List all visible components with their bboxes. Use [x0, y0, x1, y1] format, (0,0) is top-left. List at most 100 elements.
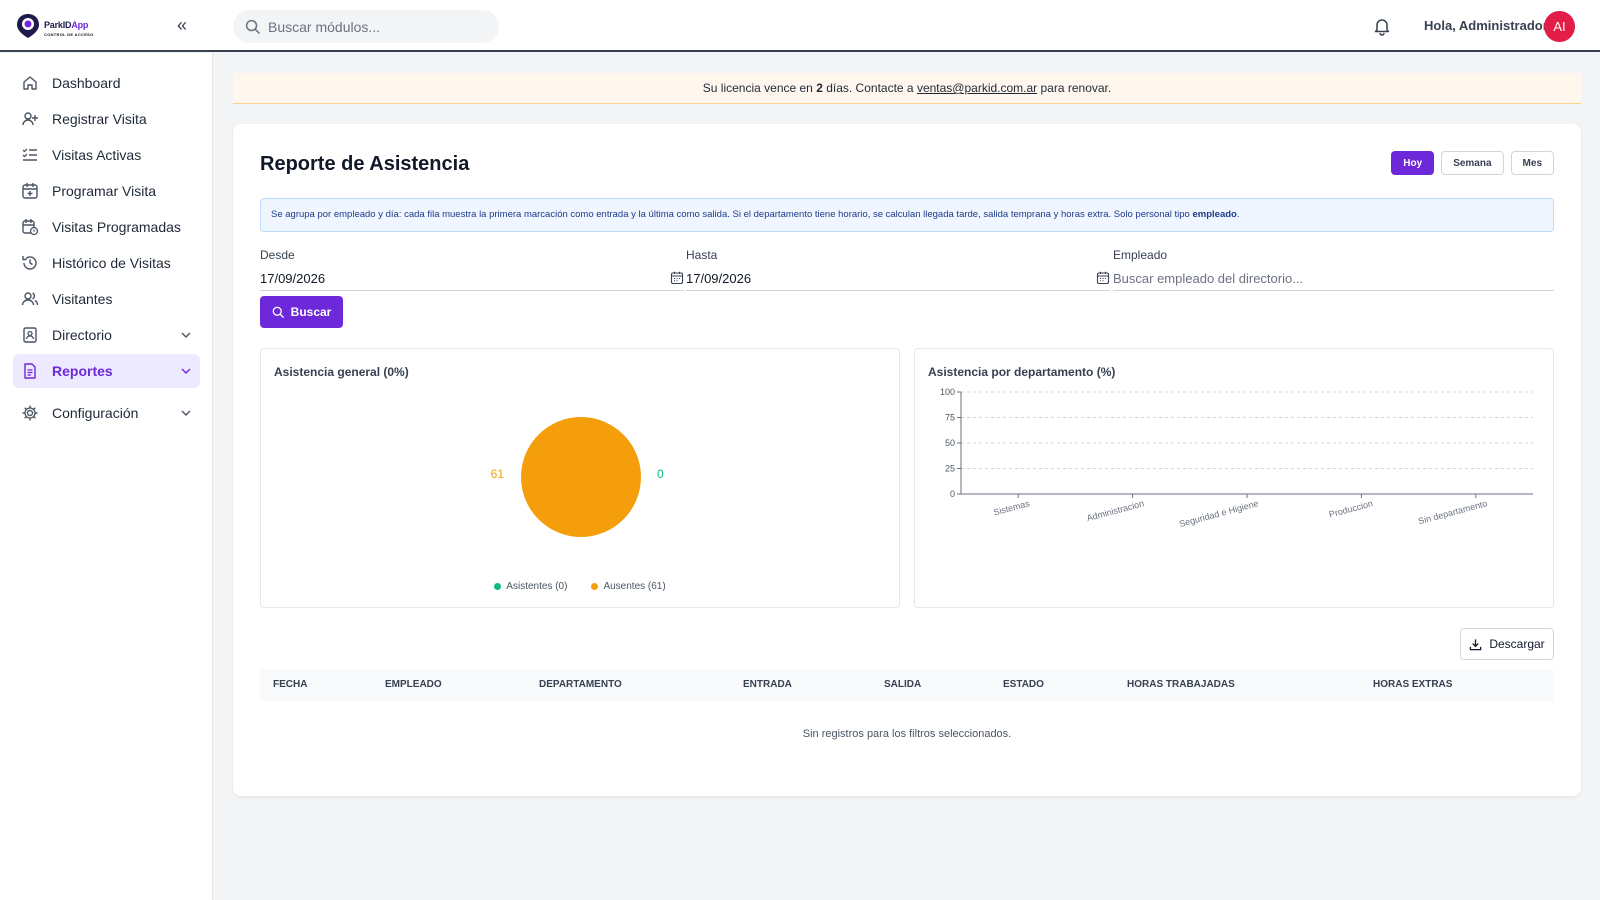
column-header-fecha[interactable]: FECHA	[273, 669, 307, 701]
legend-item-asistentes[interactable]: Asistentes (0)	[494, 581, 567, 592]
x-tick-label: Seguridad e Higiene	[1178, 498, 1259, 529]
sidebar-item-label: Programar Visita	[52, 183, 157, 199]
bell-icon[interactable]	[1372, 16, 1392, 36]
range-month-button[interactable]: Mes	[1510, 151, 1554, 175]
license-banner: Su licencia vence en 2 días. Contacte a …	[233, 73, 1581, 104]
desde-field: Desde 17/09/2026	[260, 248, 684, 291]
desde-input[interactable]: 17/09/2026	[260, 269, 684, 291]
hasta-label: Hasta	[686, 248, 718, 262]
sidebar-item-directorio[interactable]: Directorio	[13, 318, 200, 352]
search-icon	[272, 306, 284, 318]
search-icon	[245, 19, 260, 34]
pie-chart-svg: 61 0	[491, 417, 664, 537]
column-header-estado[interactable]: ESTADO	[1003, 669, 1044, 701]
user-greeting: Hola, Administrador	[1424, 18, 1548, 33]
calendar-icon[interactable]	[670, 271, 684, 285]
sidebar-item-historico-de-visitas[interactable]: Histórico de Visitas	[13, 246, 200, 280]
hasta-field: Hasta 17/09/2026	[686, 248, 1110, 291]
sidebar-item-registrar-visita[interactable]: Registrar Visita	[13, 102, 200, 136]
y-tick-label: 25	[945, 464, 955, 474]
range-today-button[interactable]: Hoy	[1391, 151, 1435, 175]
empleado-label: Empleado	[1113, 248, 1168, 262]
column-header-horas-trabajadas[interactable]: HORAS TRABAJADAS	[1127, 669, 1235, 701]
avatar[interactable]: AI	[1544, 11, 1575, 42]
file-report-icon	[24, 363, 36, 379]
empleado-search-input[interactable]: Buscar empleado del directorio...	[1113, 269, 1554, 291]
user-plus-icon	[22, 112, 38, 126]
app-logo[interactable]: ParkIDApp CONTROL DE ACCESO	[14, 10, 94, 42]
banner-text: para renovar.	[1037, 81, 1112, 95]
calendar-icon[interactable]	[1096, 271, 1110, 285]
table-header: FECHA EMPLEADO DEPARTAMENTO ENTRADA SALI…	[260, 669, 1554, 701]
range-week-button[interactable]: Semana	[1441, 151, 1504, 175]
pie-data-label-asistentes: 0	[657, 467, 664, 481]
column-header-entrada[interactable]: ENTRADA	[743, 669, 792, 701]
sidebar-item-label: Visitas Activas	[52, 147, 142, 163]
x-tick-label: Produccion	[1328, 498, 1374, 519]
buscar-button[interactable]: Buscar	[260, 296, 343, 328]
desde-label: Desde	[260, 248, 295, 262]
info-notice: Se agrupa por empleado y día: cada fila …	[260, 198, 1554, 232]
y-tick-label: 75	[945, 413, 955, 423]
sales-email-link[interactable]: ventas@parkid.com.ar	[917, 81, 1037, 95]
pie-legend: Asistentes (0) Ausentes (61)	[261, 581, 899, 592]
sidebar-item-visitantes[interactable]: Visitantes	[13, 282, 200, 316]
history-icon	[22, 256, 37, 270]
chevron-down-icon	[181, 368, 191, 374]
info-end: .	[1236, 209, 1240, 220]
column-header-horas-extras[interactable]: HORAS EXTRAS	[1373, 669, 1452, 701]
module-search[interactable]	[233, 10, 499, 43]
column-header-salida[interactable]: SALIDA	[884, 669, 921, 701]
banner-text: Su licencia vence en	[702, 81, 817, 95]
hasta-value: 17/09/2026	[686, 271, 752, 286]
legend-dot	[494, 582, 502, 590]
banner-days: 2	[816, 81, 823, 95]
sidebar-item-label: Visitantes	[52, 291, 113, 307]
calendar-clock-icon	[22, 219, 39, 236]
sidebar-item-label: Configuración	[52, 405, 139, 421]
column-header-empleado[interactable]: EMPLEADO	[385, 669, 442, 701]
list-check-icon	[22, 148, 37, 161]
banner-text: días. Contacte a	[822, 81, 917, 95]
chevron-down-icon	[181, 410, 191, 416]
sidebar-item-label: Visitas Programadas	[52, 219, 181, 235]
legend-item-ausentes[interactable]: Ausentes (61)	[591, 581, 666, 592]
sidebar-item-reportes[interactable]: Reportes	[13, 354, 200, 388]
report-card: Reporte de Asistencia Hoy Semana Mes Se …	[233, 124, 1581, 796]
gear-icon	[22, 405, 38, 421]
legend-dot	[591, 582, 599, 590]
bar-chart-svg: 0 25 50 75 100 Sistemas Administracion Segurida…	[940, 387, 1533, 529]
sidebar-item-configuracion[interactable]: Configuración	[13, 396, 200, 430]
empty-state-text: Sin registros para los filtros seleccion…	[802, 728, 1012, 740]
y-tick-label: 100	[940, 387, 955, 397]
chevron-down-icon	[181, 332, 191, 338]
home-icon	[23, 76, 37, 90]
calendar-plus-icon	[22, 183, 38, 199]
sidebar-item-label: Reportes	[52, 363, 113, 379]
sidebar-item-visitas-activas[interactable]: Visitas Activas	[13, 138, 200, 172]
column-header-departamento[interactable]: DEPARTAMENTO	[539, 669, 622, 701]
top-bar: ParkIDApp CONTROL DE ACCESO « Hola, Admi…	[0, 0, 1600, 52]
search-input[interactable]	[268, 18, 488, 35]
sidebar-item-visitas-programadas[interactable]: Visitas Programadas	[13, 210, 200, 244]
x-tick-label: Sistemas	[992, 498, 1031, 517]
logo-pin-icon	[17, 14, 39, 38]
descargar-label: Descargar	[1489, 637, 1545, 651]
info-text: Se agrupa por empleado y día: cada fila …	[271, 209, 1193, 220]
y-tick-label: 50	[945, 438, 955, 448]
buscar-label: Buscar	[290, 305, 332, 319]
contact-book-icon	[23, 327, 37, 343]
attendance-pie-chart: Asistencia general (0%) 61 0 Asistentes (…	[260, 348, 900, 608]
y-tick-label: 0	[950, 489, 955, 499]
sidebar-item-programar-visita[interactable]: Programar Visita	[13, 174, 200, 208]
descargar-button[interactable]: Descargar	[1460, 628, 1554, 660]
sidebar-item-label: Dashboard	[52, 75, 121, 91]
sidebar-item-dashboard[interactable]: Dashboard	[13, 66, 200, 100]
hasta-input[interactable]: 17/09/2026	[686, 269, 1110, 291]
users-icon	[21, 292, 39, 306]
empleado-field: Empleado Buscar empleado del directorio.…	[1113, 248, 1554, 291]
collapse-sidebar-icon[interactable]: «	[172, 16, 192, 36]
pie-slice-1[interactable]	[521, 417, 641, 537]
x-tick-label: Administracion	[1086, 498, 1146, 523]
logo-name: ParkIDApp	[44, 19, 89, 30]
